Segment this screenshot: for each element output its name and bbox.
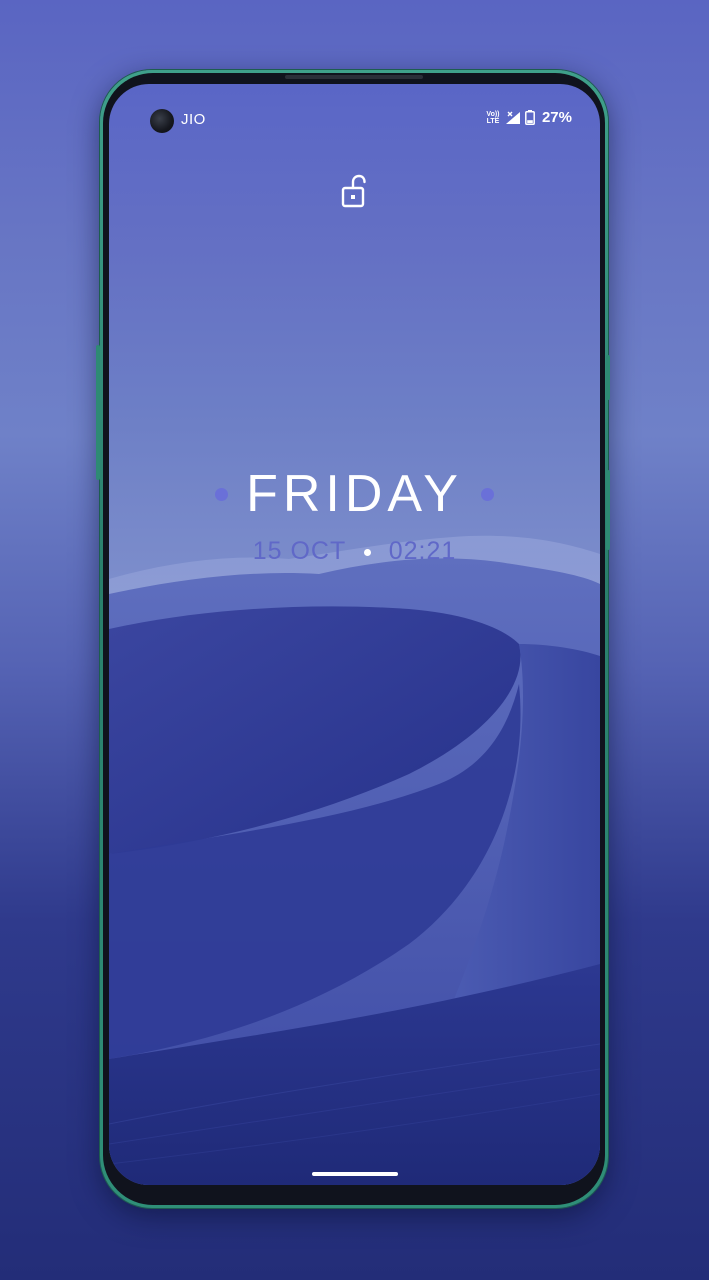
battery-percentage: 27% — [541, 109, 572, 126]
carrier-name: JIO — [181, 111, 206, 128]
volte-label: Vo)) — [486, 110, 500, 118]
earpiece-speaker — [285, 75, 423, 79]
home-indicator[interactable] — [312, 1172, 398, 1176]
volte-indicator: Vo)) LTE — [485, 111, 501, 125]
battery-icon — [525, 110, 535, 125]
date-separator-dot — [363, 548, 371, 556]
alert-slider — [606, 355, 610, 400]
status-bar[interactable]: JIO Vo)) LTE 27% — [109, 84, 600, 154]
status-icons: Vo)) LTE 27% — [485, 109, 572, 126]
volume-button — [96, 345, 100, 480]
right-accent-dot — [481, 487, 495, 501]
power-button — [606, 470, 610, 550]
unlocked-padlock-icon[interactable] — [340, 174, 368, 210]
time-label: 02:21 — [388, 537, 457, 565]
day-of-week: FRIDAY — [246, 465, 463, 523]
lte-label: LTE — [486, 117, 500, 125]
desert-wallpaper — [109, 535, 600, 1185]
left-accent-dot — [214, 487, 228, 501]
date-time: 15 OCT 02:21 — [109, 537, 600, 566]
day-clock: FRIDAY — [109, 464, 600, 524]
date-label: 15 OCT — [252, 537, 346, 565]
signal-icon — [505, 111, 520, 124]
front-camera — [150, 109, 174, 133]
lock-screen[interactable]: JIO Vo)) LTE 27% FRIDAY 15 OCT 02:21 — [109, 84, 600, 1185]
